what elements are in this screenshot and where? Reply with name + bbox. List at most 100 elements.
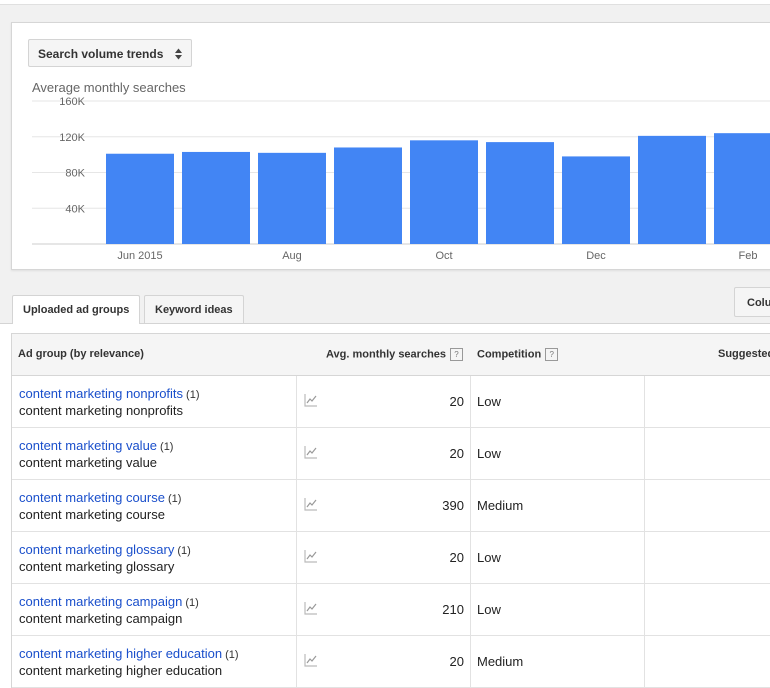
header-avg-monthly-searches[interactable]: Avg. monthly searches?	[326, 348, 464, 361]
table-row: content marketing glossary (1) content mar…	[12, 532, 770, 584]
trend-chart-icon[interactable]	[304, 601, 318, 615]
ad-group-link[interactable]: content marketing higher education	[19, 646, 222, 661]
keyword-count: (1)	[225, 649, 239, 661]
keyword-text: content marketing nonprofits	[19, 403, 184, 418]
ad-group-link[interactable]: content marketing glossary	[19, 542, 174, 557]
top-divider	[0, 0, 770, 5]
table-row: content marketing higher education (1) con…	[12, 636, 770, 688]
ad-group-table: Ad group (by relevance) Avg. monthly sea…	[11, 333, 770, 688]
keyword-count: (1)	[186, 389, 200, 401]
keyword-count: (1)	[167, 493, 182, 505]
trend-chart-icon[interactable]	[304, 393, 318, 407]
column-divider	[470, 480, 471, 531]
column-divider	[470, 532, 471, 583]
column-divider	[296, 584, 297, 635]
table-row: content marketing nonprofits (1) content m…	[12, 376, 770, 428]
competition-value: Medium	[477, 498, 524, 513]
avg-monthly-searches: 210	[442, 602, 464, 617]
bar-oct-2015[interactable]	[410, 140, 478, 244]
ad-group-link[interactable]: content marketing campaign	[19, 594, 182, 609]
y-tick-label: 120K	[59, 132, 85, 144]
header-competition[interactable]: Competition?	[477, 348, 559, 361]
ad-group-cell: content marketing course (1) content marke…	[19, 490, 181, 522]
bar-dec-2015[interactable]	[562, 156, 630, 244]
dropdown-label: Search volume trends	[38, 47, 164, 61]
column-divider	[644, 532, 645, 583]
keyword-count: (1)	[185, 597, 199, 609]
trend-chart-icon[interactable]	[304, 497, 318, 511]
table-body: content marketing nonprofits (1) content m…	[12, 376, 770, 688]
competition-value: Low	[477, 394, 501, 409]
competition-value: Low	[477, 602, 501, 617]
ad-group-link[interactable]: content marketing nonprofits	[19, 386, 183, 401]
column-divider	[644, 376, 645, 427]
bar-aug-2015[interactable]	[258, 152, 326, 244]
ad-group-link[interactable]: content marketing course	[19, 490, 165, 505]
table-row: content marketing campaign (1) content mar…	[12, 584, 770, 636]
x-tick-label: Aug	[282, 250, 302, 262]
ad-group-cell: content marketing campaign (1) content mar…	[19, 594, 199, 626]
trend-chart-icon[interactable]	[304, 445, 318, 459]
bar-jul-2015[interactable]	[182, 151, 250, 244]
x-tick-label: Oct	[435, 250, 452, 262]
table-header: Ad group (by relevance) Avg. monthly sea…	[12, 334, 770, 376]
tab-uploaded-ad-groups[interactable]: Uploaded ad groups	[12, 295, 141, 324]
competition-value: Medium	[477, 654, 524, 669]
column-divider	[296, 532, 297, 583]
column-divider	[470, 636, 471, 687]
tab-keyword-ideas[interactable]: Keyword ideas	[144, 295, 244, 323]
help-icon[interactable]: ?	[545, 348, 559, 361]
column-divider	[296, 428, 297, 479]
avg-monthly-searches: 20	[449, 550, 464, 565]
x-tick-label: Jun 2015	[117, 250, 162, 262]
help-icon[interactable]: ?	[450, 348, 464, 361]
bar-sep-2015[interactable]	[334, 147, 402, 244]
y-tick-label: 40K	[65, 203, 85, 215]
avg-monthly-searches: 390	[442, 498, 464, 513]
ad-group-link[interactable]: content marketing value	[19, 438, 157, 453]
column-divider	[296, 376, 297, 427]
competition-value: Low	[477, 550, 501, 565]
table-row: content marketing value (1) content market…	[12, 428, 770, 480]
bar-nov-2015[interactable]	[486, 142, 554, 244]
x-tick-label: Dec	[586, 250, 606, 262]
keyword-count: (1)	[177, 545, 191, 557]
ad-group-cell: content marketing higher education (1) con…	[19, 646, 239, 678]
column-divider	[296, 636, 297, 687]
column-divider	[470, 376, 471, 427]
column-divider	[644, 480, 645, 531]
keyword-text: content marketing campaign	[19, 611, 183, 626]
header-suggested-bid[interactable]: Suggested	[718, 348, 770, 360]
up-down-arrows-icon	[175, 48, 183, 60]
y-tick-label: 80K	[65, 168, 85, 180]
column-divider	[470, 428, 471, 479]
columns-button[interactable]: Colu	[734, 287, 770, 317]
column-divider	[296, 480, 297, 531]
trend-chart-icon[interactable]	[304, 653, 318, 667]
ad-group-cell: content marketing glossary (1) content mar…	[19, 542, 191, 574]
avg-monthly-searches: 20	[449, 394, 464, 409]
avg-monthly-searches: 20	[449, 654, 464, 669]
ad-group-cell: content marketing nonprofits (1) content m…	[19, 386, 200, 418]
x-tick-label: Feb	[739, 250, 758, 262]
table-row: content marketing course (1) content marke…	[12, 480, 770, 532]
y-tick-label: 160K	[59, 96, 85, 108]
header-ad-group[interactable]: Ad group (by relevance)	[18, 348, 144, 360]
competition-value: Low	[477, 446, 501, 461]
bar-jun-2015[interactable]	[106, 153, 174, 244]
avg-monthly-searches: 20	[449, 446, 464, 461]
search-volume-trends-dropdown[interactable]: Search volume trends	[28, 39, 193, 67]
keyword-text: content marketing value	[19, 455, 158, 470]
column-divider	[644, 428, 645, 479]
search-volume-chart: 160K 120K 80K 40K Jun 2015 Aug Oct Dec Feb	[32, 96, 770, 262]
search-volume-panel: Search volume trends Average monthly sea…	[11, 22, 770, 270]
trend-chart-icon[interactable]	[304, 549, 318, 563]
ad-group-cell: content marketing value (1) content market…	[19, 438, 173, 470]
keyword-text: content marketing course	[19, 507, 165, 522]
keyword-text: content marketing higher education	[19, 663, 223, 678]
bar-feb-2016[interactable]	[714, 133, 770, 244]
keyword-count: (1)	[160, 441, 174, 453]
bar-jan-2016[interactable]	[638, 135, 706, 244]
keyword-text: content marketing glossary	[19, 559, 175, 574]
column-divider	[644, 636, 645, 687]
